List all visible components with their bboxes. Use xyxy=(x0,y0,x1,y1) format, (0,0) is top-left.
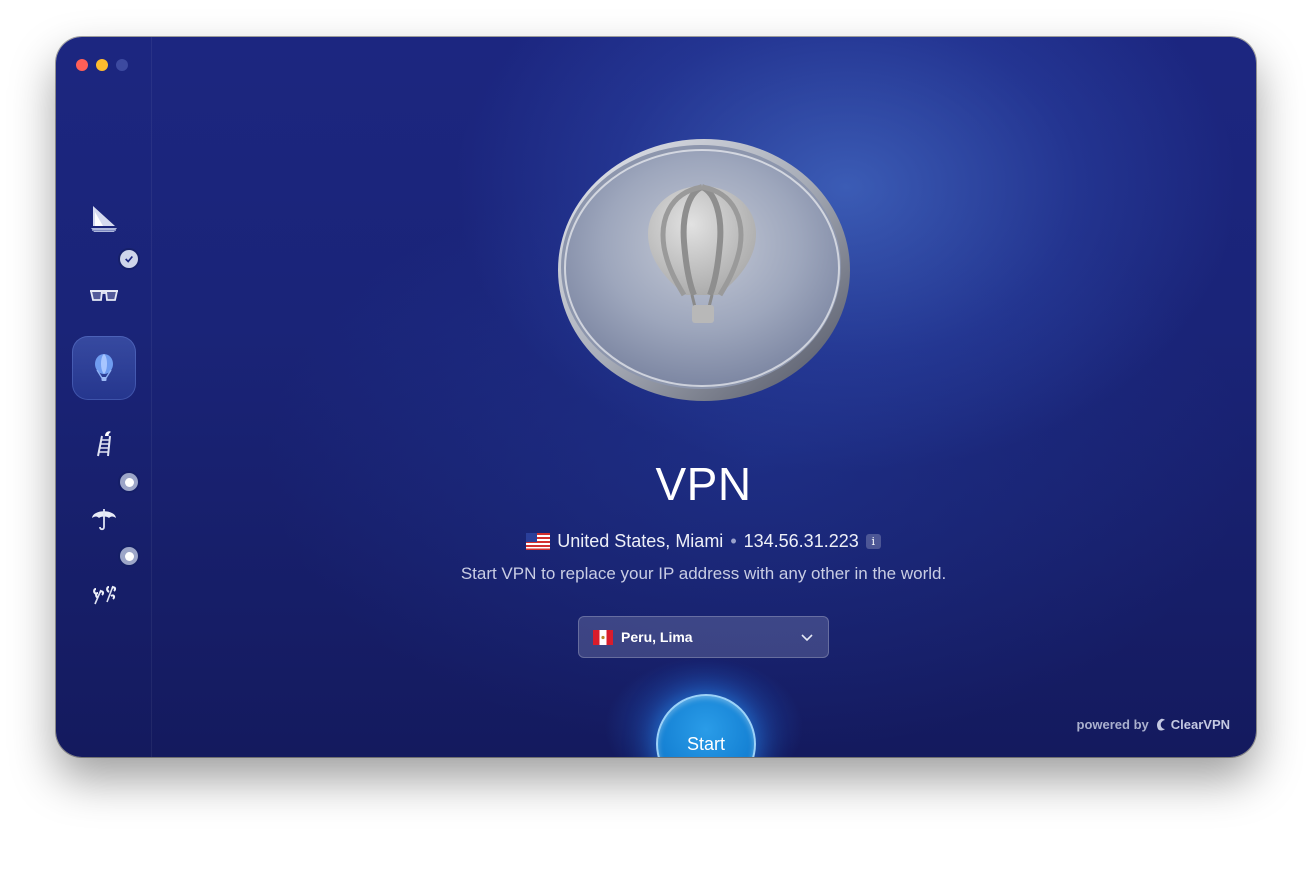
sailboat-icon xyxy=(91,206,117,232)
check-icon xyxy=(125,255,133,263)
sidebar-item-glasses[interactable] xyxy=(72,250,138,326)
page-title: VPN xyxy=(655,458,752,510)
location-select-value: Peru, Lima xyxy=(621,629,693,645)
app-window: VPN United States, Miami • 134.56.31.223… xyxy=(56,37,1256,757)
glasses-check-badge xyxy=(120,250,138,268)
location-separator: • xyxy=(730,531,737,551)
us-flag-icon xyxy=(526,533,551,550)
powered-by-label: powered by xyxy=(1076,717,1149,732)
sidebar-item-umbrella[interactable] xyxy=(72,473,138,549)
ladder-icon xyxy=(97,431,111,457)
vpn-description: Start VPN to replace your IP address wit… xyxy=(460,564,947,583)
balloon-icon xyxy=(95,354,113,381)
glasses-icon xyxy=(90,290,118,301)
current-location-label: United States, Miami xyxy=(557,531,724,551)
sidebar-item-ladder[interactable] xyxy=(72,411,136,475)
leaves-icon xyxy=(93,585,117,605)
location-select[interactable]: Peru, Lima xyxy=(578,616,829,658)
leaves-status-badge xyxy=(120,547,138,565)
powered-by: powered by ClearVPN xyxy=(1077,717,1231,732)
peru-flag-icon xyxy=(593,629,613,645)
sidebar-item-sailboat[interactable] xyxy=(72,187,136,251)
info-icon[interactable]: i xyxy=(865,534,881,549)
clearvpn-brand-label: ClearVPN xyxy=(1170,717,1230,732)
current-location: United States, Miami • 134.56.31.223 i xyxy=(151,531,1256,552)
sidebar-item-leaves[interactable] xyxy=(72,547,138,623)
umbrella-status-badge xyxy=(120,473,138,491)
start-button[interactable]: Start xyxy=(656,694,756,757)
balloon-lens-illustration xyxy=(558,139,850,401)
clearvpn-logo-icon xyxy=(1156,718,1165,730)
sidebar xyxy=(56,37,152,757)
clearvpn-brand: ClearVPN xyxy=(1155,717,1230,732)
sidebar-item-vpn[interactable] xyxy=(72,336,136,400)
ip-address: 134.56.31.223 xyxy=(743,531,859,551)
chevron-down-icon xyxy=(801,634,813,642)
umbrella-icon xyxy=(92,509,116,531)
